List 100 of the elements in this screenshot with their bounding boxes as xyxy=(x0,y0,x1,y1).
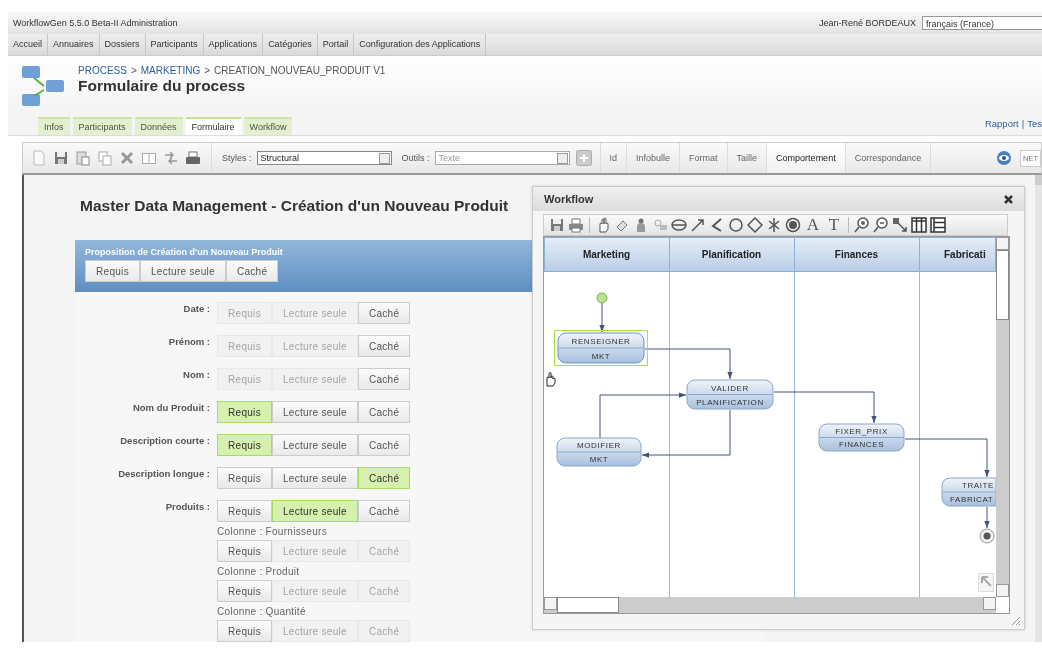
text-tool-button[interactable]: A xyxy=(804,217,822,233)
toggle-button[interactable]: Lecture seule xyxy=(271,401,358,423)
column-label: Colonne : Produit xyxy=(217,565,300,579)
close-icon[interactable] xyxy=(1003,193,1014,205)
lane-title: Finances xyxy=(834,249,879,260)
text-tool-button[interactable]: T xyxy=(825,217,843,233)
end-node xyxy=(979,528,995,544)
breadcrumb-separator: > xyxy=(130,65,137,76)
toggle-button[interactable]: Caché xyxy=(357,401,411,423)
arrows-icon[interactable] xyxy=(163,150,179,166)
eye-icon[interactable] xyxy=(996,150,1012,166)
property-tab[interactable]: Comportement xyxy=(766,143,845,173)
toggle-button[interactable]: Caché xyxy=(357,500,411,522)
scroll-down-button[interactable] xyxy=(996,584,1009,597)
toggle-button[interactable]: Requis xyxy=(217,580,272,602)
toggle-button[interactable]: Caché xyxy=(357,335,411,357)
styles-select[interactable]: Structural xyxy=(256,151,392,165)
field-label: Nom du Produit : xyxy=(131,401,210,415)
node-participant: PLANIFICATION xyxy=(696,398,764,407)
toggle-button[interactable]: Caché xyxy=(357,434,411,456)
node-participant: FABRICAT xyxy=(950,495,994,504)
toggle-button[interactable]: Caché xyxy=(357,368,411,390)
fit-icon[interactable] xyxy=(892,217,908,233)
save-icon[interactable] xyxy=(53,150,69,166)
diamond-icon[interactable] xyxy=(747,217,763,233)
node-name: FIXER_PRIX xyxy=(835,426,888,436)
property-tab[interactable]: Id xyxy=(599,143,627,173)
print-icon[interactable] xyxy=(568,217,584,233)
breadcrumb-link[interactable]: MARKETING xyxy=(140,65,201,76)
resize-grip-icon[interactable] xyxy=(1011,616,1021,626)
toggle-button[interactable]: Requis xyxy=(217,500,272,522)
user-name: Jean-René BORDEAUX xyxy=(818,18,916,28)
language-select[interactable]: français (France) xyxy=(922,16,1042,30)
scrollbar-thumb[interactable] xyxy=(557,597,619,613)
zoom-out-icon[interactable] xyxy=(873,217,889,233)
menu-item[interactable]: Catégories xyxy=(263,34,318,55)
tab[interactable]: Workflow xyxy=(243,117,293,135)
add-button[interactable] xyxy=(575,150,592,166)
menu-item[interactable]: Annuaires xyxy=(48,34,100,55)
menu-item[interactable]: Portail xyxy=(317,34,355,55)
print-icon[interactable] xyxy=(185,150,201,166)
toggle-button[interactable]: Caché xyxy=(225,260,279,282)
paste-icon[interactable] xyxy=(75,150,91,166)
toggle-button[interactable]: Lecture seule xyxy=(271,500,358,522)
toggle-button[interactable]: Requis xyxy=(217,401,272,423)
end-node-icon[interactable] xyxy=(785,217,801,233)
property-tab[interactable]: Correspondance xyxy=(844,143,931,173)
toggle-button[interactable]: Requis xyxy=(217,540,272,562)
scroll-left-button[interactable] xyxy=(544,597,557,610)
start-node xyxy=(596,292,608,304)
menu-item[interactable]: Configuration des Applications xyxy=(354,34,487,55)
node-name: RENSEIGNER xyxy=(571,337,631,346)
lane-title: Planification xyxy=(701,249,762,260)
menu-item[interactable]: Dossiers xyxy=(99,34,146,55)
columns-grid-icon[interactable] xyxy=(911,217,927,233)
toggle-button[interactable]: Lecture seule xyxy=(271,467,358,489)
arrow-icon[interactable] xyxy=(690,217,706,233)
tab[interactable]: Participants xyxy=(72,117,132,135)
field-label: Date : xyxy=(182,302,210,316)
rows-grid-icon[interactable] xyxy=(930,217,946,233)
scroll-right-button[interactable] xyxy=(983,597,996,610)
node-name: MODIFIER xyxy=(577,441,621,450)
connector-arrow xyxy=(599,302,605,333)
scroll-up-button[interactable] xyxy=(996,237,1009,250)
zoom-in-icon[interactable] xyxy=(854,217,870,233)
header-link[interactable]: Tes xyxy=(1027,117,1042,129)
toggle-button[interactable]: Requis xyxy=(217,434,272,456)
app-title: WorkflowGen 5.5.0 Beta-II Administration xyxy=(13,18,178,28)
node-name: VALIDER xyxy=(711,383,749,393)
tools-label: Outils : xyxy=(401,153,430,163)
node-participant: FINANCES xyxy=(838,440,885,449)
columns-icon[interactable] xyxy=(141,150,157,166)
toggle-button[interactable]: Requis xyxy=(217,620,272,642)
tab[interactable]: Formulaire xyxy=(185,117,241,135)
property-tab[interactable]: Format xyxy=(679,143,727,173)
toggle-button[interactable]: Requis xyxy=(85,260,140,282)
menu-item[interactable]: Accueil xyxy=(8,34,48,55)
circle-icon[interactable] xyxy=(728,217,744,233)
form-title: Master Data Management - Création d'un Nouveau Produit xyxy=(80,197,509,215)
property-tab[interactable]: Infobulle xyxy=(626,143,680,173)
toggle-button[interactable]: Caché xyxy=(357,467,411,489)
column-label: Colonne : Fournisseurs xyxy=(217,525,327,539)
toggle-button[interactable]: Lecture seule xyxy=(139,260,226,282)
toggle-button[interactable]: Requis xyxy=(217,467,272,489)
menu-item[interactable]: Participants xyxy=(145,34,204,55)
save-icon[interactable] xyxy=(549,217,565,233)
tab[interactable]: Infos xyxy=(38,117,70,135)
toggle-button[interactable]: Lecture seule xyxy=(271,434,358,456)
breadcrumb-link[interactable]: PROCESS xyxy=(78,65,127,76)
scrollbar-thumb[interactable] xyxy=(996,250,1009,320)
toggle-button[interactable]: Caché xyxy=(357,302,411,324)
link-separator: | xyxy=(1021,117,1025,129)
menu-item[interactable]: Applications xyxy=(203,34,264,55)
overview-icon xyxy=(978,573,994,592)
header-link[interactable]: Rapport xyxy=(984,117,1019,129)
breadcrumb-separator: > xyxy=(204,65,211,76)
field-label: Prénom : xyxy=(167,335,210,349)
delete-icon[interactable] xyxy=(119,150,135,166)
tab[interactable]: Données xyxy=(134,117,183,135)
page-title: Formulaire du process xyxy=(78,77,247,95)
